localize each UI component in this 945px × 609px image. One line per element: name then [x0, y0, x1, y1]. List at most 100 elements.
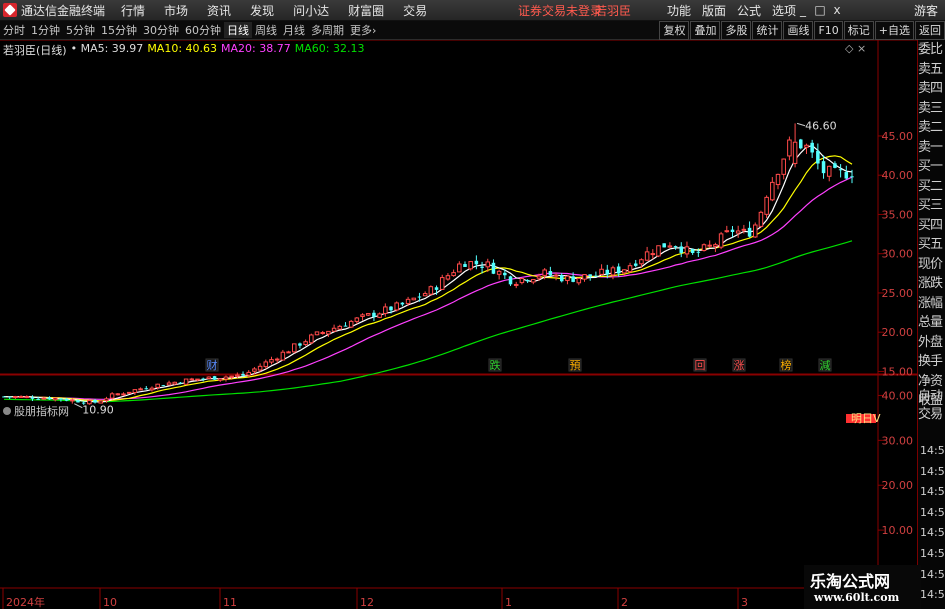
event-marker-label: 榜: [781, 358, 792, 372]
candle-body-up: [24, 396, 30, 399]
indicator-title[interactable]: 股朋指标网: [14, 403, 69, 419]
overlay-button[interactable]: 叠加: [690, 21, 721, 40]
event-marker-label: 減: [820, 358, 831, 372]
candle-body-up: [235, 374, 240, 377]
indicator-icon[interactable]: [3, 407, 11, 415]
high-pointer: [796, 122, 806, 127]
candle-body-up: [394, 302, 399, 311]
tab-more[interactable]: 更多›: [347, 22, 379, 38]
watermark-title: 乐淘公式网: [810, 572, 891, 591]
menu-news[interactable]: 资讯: [207, 2, 231, 19]
menu-formula[interactable]: 公式: [737, 2, 761, 19]
back-button[interactable]: 返回: [915, 21, 945, 40]
draw-line-button[interactable]: 画线: [783, 21, 814, 40]
tab-intraday[interactable]: 分时: [0, 22, 28, 38]
menu-function[interactable]: 功能: [667, 2, 691, 19]
maximize-button[interactable]: □: [812, 2, 828, 18]
candle-body-up: [428, 286, 434, 295]
ma20-line: [3, 176, 853, 400]
candle-body-down: [417, 296, 422, 298]
candle-body-up: [337, 325, 343, 330]
candle-body-down: [2, 396, 6, 398]
candle-body-down: [93, 399, 97, 403]
candle-body-down: [201, 378, 205, 380]
tab-15min[interactable]: 15分钟: [98, 22, 140, 38]
diamond-icon[interactable]: ◇: [845, 42, 853, 55]
candle-body-down: [474, 260, 479, 265]
menu-quotes[interactable]: 行情: [121, 2, 145, 19]
add-watchlist-button[interactable]: +自选: [874, 21, 914, 40]
candle-body-down: [844, 172, 849, 179]
menu-market[interactable]: 市场: [164, 2, 188, 19]
statistics-button[interactable]: 统计: [752, 21, 783, 40]
quote-field-label: 换手: [918, 354, 943, 369]
candle-body-down: [298, 343, 302, 346]
candle-body-down: [673, 246, 678, 248]
watermark-url: www.60lt.com: [814, 591, 900, 604]
tab-1min[interactable]: 1分钟: [28, 22, 63, 38]
low-pointer: [74, 403, 83, 409]
candle-body-down: [144, 388, 149, 390]
ma60-legend: MA60: 32.13: [294, 42, 365, 55]
candle-body-up: [383, 306, 388, 314]
sub-axis-label: 20.00: [882, 479, 914, 492]
tab-multi-period[interactable]: 多周期: [308, 22, 347, 38]
ma60-line: [3, 240, 853, 403]
sub-axis-label: 30.00: [882, 434, 914, 447]
quote-field-label: 卖四: [918, 81, 943, 96]
tab-30min[interactable]: 30分钟: [140, 22, 182, 38]
candle-body-up: [303, 341, 308, 345]
candle-body-up: [365, 313, 371, 316]
tab-weekly[interactable]: 周线: [252, 22, 280, 38]
menu-wealth-circle[interactable]: 财富圈: [348, 2, 384, 19]
menu-layout[interactable]: 版面: [702, 2, 726, 19]
tab-auto[interactable]: 自动: [918, 385, 943, 404]
event-marker-label: 涨: [734, 359, 745, 372]
menu-discover[interactable]: 发现: [250, 2, 274, 19]
guest-label[interactable]: 游客: [914, 2, 938, 19]
tab-5min[interactable]: 5分钟: [63, 22, 98, 38]
candle-body-up: [787, 139, 792, 157]
candle-body-up: [229, 375, 234, 378]
close-icon[interactable]: ×: [857, 42, 866, 55]
candle-body-up: [519, 278, 525, 284]
ma10-line: [3, 155, 853, 402]
minimize-button[interactable]: _: [795, 2, 811, 18]
trade-time: 14:56: [920, 526, 945, 540]
candle-body-down: [503, 272, 507, 276]
candle-body-up: [531, 279, 536, 283]
chart-settings: ◇ ×: [845, 42, 866, 55]
close-button[interactable]: x: [829, 2, 845, 18]
ma20-legend: MA20: 38.77: [221, 42, 291, 55]
candle-body-up: [468, 261, 473, 270]
mark-button[interactable]: 标记: [843, 21, 874, 40]
date-axis-label: 10: [103, 596, 117, 609]
restore-rights-button[interactable]: 复权: [659, 21, 690, 40]
candle-body-up: [622, 269, 627, 274]
candle-body-down: [690, 249, 695, 253]
high-label: 46.60: [805, 119, 837, 132]
f10-button[interactable]: F10: [814, 21, 843, 40]
menu-ask[interactable]: 问小达: [293, 2, 329, 19]
multi-stock-button[interactable]: 多股: [721, 21, 752, 40]
tab-monthly[interactable]: 月线: [280, 22, 308, 38]
candle-body-up: [741, 228, 747, 231]
app-title: 通达信金融终端: [21, 3, 106, 18]
kline-chart[interactable]: 45.00 40.00 35.00 30.00 25.00 20.00 15.00 40.00…: [0, 40, 917, 609]
candle-body-down: [588, 274, 592, 277]
candle-body-down: [76, 400, 80, 403]
candle-body-up: [172, 381, 178, 385]
sub-indicator-header: 股朋指标网: [3, 403, 69, 419]
trade-login-status[interactable]: 证券交易未登录: [518, 2, 602, 19]
menu-options[interactable]: 选项: [772, 2, 796, 19]
candle-body-up: [263, 361, 269, 368]
tab-daily[interactable]: 日线: [224, 22, 252, 38]
quote-field-label: 卖三: [918, 100, 943, 116]
tab-trade[interactable]: 交易: [918, 403, 943, 422]
tab-60min[interactable]: 60分钟: [182, 22, 224, 38]
price-axis-label: 30.00: [882, 248, 914, 261]
ma5-legend: • MA5: 39.97: [70, 42, 144, 55]
menu-trade[interactable]: 交易: [403, 2, 427, 19]
price-axis-label: 20.00: [882, 326, 914, 339]
candle-body-up: [257, 365, 263, 371]
